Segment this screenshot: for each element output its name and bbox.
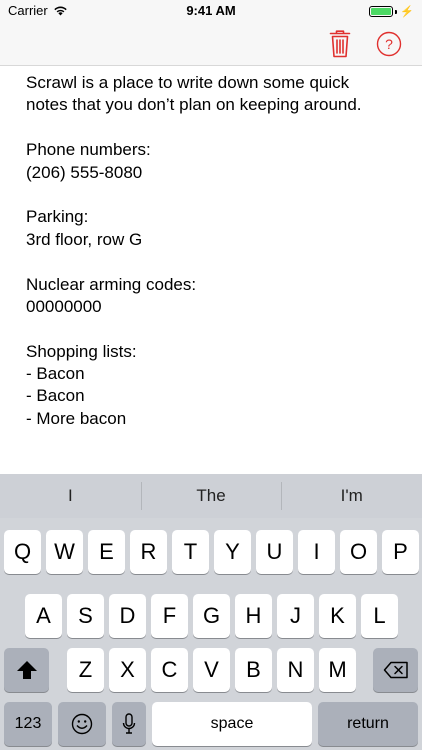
key-h[interactable]: H <box>235 594 272 638</box>
key-w[interactable]: W <box>46 530 83 574</box>
key-q[interactable]: Q <box>4 530 41 574</box>
key-s[interactable]: S <box>67 594 104 638</box>
note-line <box>26 318 406 340</box>
key-k-label: K <box>330 603 345 628</box>
key-r[interactable]: R <box>130 530 167 574</box>
key-b[interactable]: B <box>235 648 272 692</box>
key-m-label: M <box>328 657 347 682</box>
keyboard: I The I'm Q W E R T Y U I O P A S D F G H J K L Z X C V B N M 123 spa… <box>0 474 422 750</box>
note-line: 00000000 <box>26 296 102 316</box>
suggestion-item[interactable]: I <box>0 474 141 518</box>
key-p[interactable]: P <box>382 530 419 574</box>
key-t-label: T <box>183 539 198 564</box>
status-time: 9:41 AM <box>186 3 236 18</box>
key-f[interactable]: F <box>151 594 188 638</box>
key-r-label: R <box>140 539 157 564</box>
note-line: - Bacon <box>26 386 85 406</box>
note-line: Nuclear arming codes: <box>26 274 197 294</box>
help-button[interactable]: ? <box>376 31 402 57</box>
key-d[interactable]: D <box>109 594 146 638</box>
note-line: 3rd floor, row G <box>26 229 143 249</box>
key-o[interactable]: O <box>340 530 377 574</box>
key-q-label: Q <box>13 539 32 564</box>
key-w-label: W <box>54 539 75 564</box>
note-line <box>26 184 406 206</box>
key-c[interactable]: C <box>151 648 188 692</box>
key-i[interactable]: I <box>298 530 335 574</box>
numbers-key-label: 123 <box>14 715 42 732</box>
key-h-label: H <box>245 603 262 628</box>
key-e[interactable]: E <box>88 530 125 574</box>
key-p-label: P <box>393 539 408 564</box>
trash-icon <box>329 30 351 58</box>
key-v-label: V <box>204 657 219 682</box>
microphone-key[interactable] <box>112 702 146 746</box>
key-n[interactable]: N <box>277 648 314 692</box>
key-g-label: G <box>202 603 221 628</box>
note-line: Parking: <box>26 207 89 227</box>
key-z-label: Z <box>78 657 93 682</box>
key-s-label: S <box>78 603 93 628</box>
key-d-label: D <box>119 603 136 628</box>
backspace-icon <box>383 661 408 679</box>
note-line: - More bacon <box>26 408 127 428</box>
predictive-suggestions-bar: I The I'm <box>0 474 422 518</box>
note-text-area[interactable]: Scrawl is a place to write down some qui… <box>26 72 406 430</box>
key-l[interactable]: L <box>361 594 398 638</box>
note-line: (206) 555-8080 <box>26 162 143 182</box>
suggestion-item[interactable]: The <box>140 474 282 518</box>
suggestion-item[interactable]: I'm <box>281 474 422 518</box>
return-key-label: return <box>347 715 389 732</box>
space-key-label: space <box>210 715 254 732</box>
key-e-label: E <box>99 539 114 564</box>
numbers-key[interactable]: 123 <box>4 702 52 746</box>
navigation-bar: ? <box>0 22 422 66</box>
battery-icon <box>369 6 394 17</box>
shift-key[interactable] <box>4 648 49 692</box>
key-n-label: N <box>287 657 304 682</box>
key-a[interactable]: A <box>25 594 62 638</box>
note-line: notes that you don’t plan on keeping aro… <box>26 95 362 115</box>
key-y-label: Y <box>225 539 240 564</box>
key-u[interactable]: U <box>256 530 293 574</box>
note-line: Scrawl is a place to write down some qui… <box>26 73 350 92</box>
emoji-key[interactable] <box>58 702 106 746</box>
key-x[interactable]: X <box>109 648 146 692</box>
shift-icon <box>16 661 37 679</box>
svg-text:?: ? <box>385 36 393 52</box>
key-i-label: I <box>313 539 320 564</box>
status-bar: Carrier 9:41 AM ⚡ <box>0 0 422 22</box>
charging-bolt-icon: ⚡ <box>400 6 414 18</box>
return-key[interactable]: return <box>318 702 418 746</box>
microphone-icon <box>122 713 136 734</box>
note-line <box>26 117 406 139</box>
key-k[interactable]: K <box>319 594 356 638</box>
key-j-label: J <box>290 603 301 628</box>
key-m[interactable]: M <box>319 648 356 692</box>
emoji-icon <box>71 713 93 735</box>
note-line: Shopping lists: <box>26 341 137 361</box>
key-l-label: L <box>373 603 386 628</box>
key-c-label: C <box>161 657 178 682</box>
trash-button[interactable] <box>327 29 353 59</box>
key-z[interactable]: Z <box>67 648 104 692</box>
key-t[interactable]: T <box>172 530 209 574</box>
key-g[interactable]: G <box>193 594 230 638</box>
key-j[interactable]: J <box>277 594 314 638</box>
key-x-label: X <box>120 657 135 682</box>
key-a-label: A <box>36 603 51 628</box>
note-line <box>26 251 406 273</box>
key-y[interactable]: Y <box>214 530 251 574</box>
question-circle-icon: ? <box>376 31 402 57</box>
key-b-label: B <box>246 657 261 682</box>
space-key[interactable]: space <box>152 702 312 746</box>
delete-key[interactable] <box>373 648 418 692</box>
key-o-label: O <box>349 539 368 564</box>
note-line: - Bacon <box>26 364 85 384</box>
key-u-label: U <box>266 539 283 564</box>
note-line: Phone numbers: <box>26 140 151 160</box>
battery-indicator: ⚡ <box>369 5 414 18</box>
key-f-label: F <box>162 603 177 628</box>
key-v[interactable]: V <box>193 648 230 692</box>
